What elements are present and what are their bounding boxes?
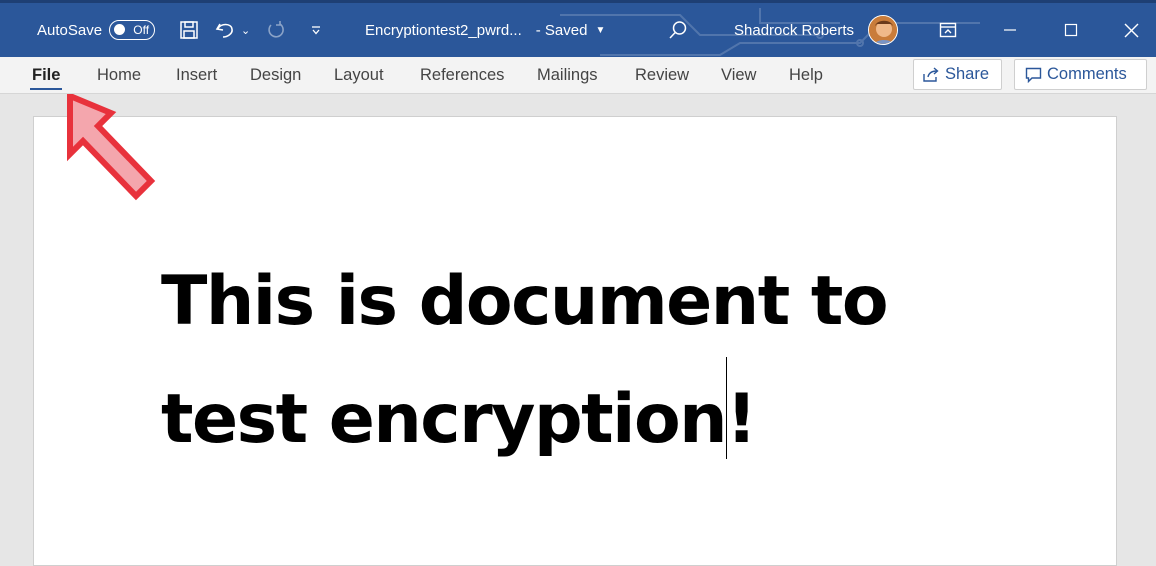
document-canvas[interactable]: This is document to test encryption! <box>0 94 1156 566</box>
tab-home[interactable]: Home <box>95 57 143 93</box>
maximize-button[interactable] <box>1064 3 1078 57</box>
autosave[interactable]: AutoSave Off <box>37 3 156 57</box>
share-icon <box>923 66 939 82</box>
redo-button[interactable] <box>266 3 286 57</box>
minimize-button[interactable] <box>1003 3 1017 57</box>
tab-help[interactable]: Help <box>787 57 825 93</box>
comments-label: Comments <box>1047 65 1127 83</box>
redo-icon <box>268 21 284 38</box>
ribbon-display-options[interactable] <box>939 3 957 57</box>
avatar[interactable] <box>868 15 899 45</box>
save-button[interactable] <box>179 3 199 57</box>
chevron-down-icon: ▼ <box>595 24 606 36</box>
undo-icon <box>215 23 233 38</box>
tab-references[interactable]: References <box>418 57 506 93</box>
close-button[interactable] <box>1124 3 1139 57</box>
user-name: Shadrock Roberts <box>734 21 855 39</box>
customize-toolbar-button[interactable] <box>310 3 322 57</box>
document-title[interactable]: Encryptiontest2_pwrd... - Saved ▼ <box>365 3 605 57</box>
document-page[interactable]: This is document to test encryption! <box>33 116 1117 566</box>
maximize-icon <box>1064 23 1078 37</box>
minimize-icon <box>1004 29 1016 31</box>
ribbon-display-icon <box>939 22 957 38</box>
save-status: - Saved <box>535 21 588 39</box>
account[interactable]: Shadrock Roberts <box>734 3 899 57</box>
tab-review[interactable]: Review <box>633 57 691 93</box>
autosave-state: Off <box>133 23 150 37</box>
chevron-down-icon[interactable]: ⌄ <box>241 24 250 37</box>
tab-design[interactable]: Design <box>248 57 303 93</box>
body-line-1: This is document to <box>161 262 889 341</box>
tab-layout[interactable]: Layout <box>332 57 386 93</box>
share-label: Share <box>945 65 990 83</box>
comments-button[interactable]: Comments <box>1014 59 1147 90</box>
document-name: Encryptiontest2_pwrd... <box>365 21 522 39</box>
comment-icon <box>1025 67 1042 83</box>
autosave-label: AutoSave <box>37 21 103 39</box>
close-icon <box>1124 23 1139 37</box>
save-icon <box>180 21 198 39</box>
tab-mailings[interactable]: Mailings <box>535 57 600 93</box>
ribbon-tabs: File Home Insert Design Layout Reference… <box>0 57 1156 94</box>
autosave-toggle[interactable]: Off <box>109 20 156 40</box>
tab-insert[interactable]: Insert <box>174 57 219 93</box>
annotation-arrow <box>67 94 156 201</box>
customize-toolbar-icon <box>312 26 320 35</box>
search-icon <box>669 21 687 39</box>
title-bar: AutoSave Off ⌄ Encryptiontest2_pwrd... -… <box>0 0 1156 57</box>
toggle-knob <box>114 24 126 35</box>
undo-button[interactable]: ⌄ <box>215 3 250 57</box>
search-button[interactable] <box>668 3 688 57</box>
tab-file[interactable]: File <box>30 57 63 93</box>
tab-view[interactable]: View <box>719 57 758 93</box>
body-line-2: test encryption! <box>161 380 757 459</box>
text-cursor <box>726 357 727 459</box>
document-body[interactable]: This is document to test encryption! <box>161 243 1061 479</box>
share-button[interactable]: Share <box>913 59 1002 90</box>
